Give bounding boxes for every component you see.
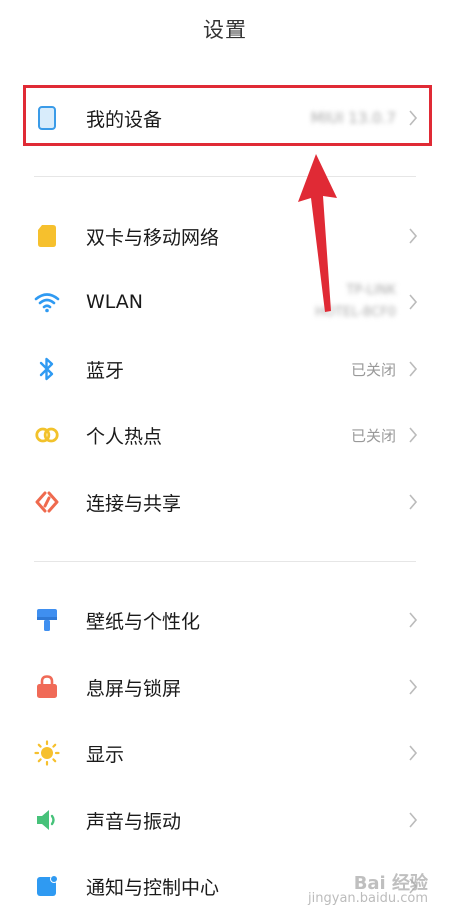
bluetooth-icon (34, 356, 60, 382)
connect-share-icon (34, 489, 60, 515)
settings-item-wlan[interactable]: WLAN TP-LINK HOTEL-8CF0 (0, 272, 450, 332)
settings-item-label: 息屏与锁屏 (86, 677, 182, 700)
hotspot-status-value: 已关闭 (350, 426, 396, 445)
watermark: Bai 经验 jingyan.baidu.com (308, 873, 428, 907)
settings-item-label: 显示 (86, 743, 125, 766)
hotspot-icon (34, 422, 60, 448)
settings-item-label: 蓝牙 (86, 359, 125, 382)
divider (34, 561, 416, 562)
brush-icon (34, 607, 60, 633)
settings-item-connect-share[interactable]: 连接与共享 (0, 472, 450, 532)
settings-item-display[interactable]: 显示 (0, 723, 450, 783)
settings-item-hotspot[interactable]: 个人热点 已关闭 (0, 405, 450, 465)
highlight-box (23, 85, 432, 146)
settings-item-label: 壁纸与个性化 (86, 610, 201, 633)
chevron-right-icon (409, 494, 418, 510)
settings-item-sound[interactable]: 声音与振动 (0, 790, 450, 850)
settings-item-label: 连接与共享 (86, 492, 182, 515)
watermark-brand: Bai 经验 (353, 873, 428, 894)
watermark-url: jingyan.baidu.com (308, 891, 428, 906)
settings-item-label: 双卡与移动网络 (86, 226, 220, 249)
sun-icon (34, 740, 60, 766)
notification-icon (34, 873, 60, 899)
settings-item-label: 个人热点 (86, 425, 163, 448)
sim-card-icon (34, 223, 60, 249)
settings-item-lock-screen[interactable]: 息屏与锁屏 (0, 657, 450, 717)
annotation-arrow-icon (298, 154, 337, 312)
chevron-right-icon (409, 228, 418, 244)
chevron-right-icon (409, 427, 418, 443)
lock-icon (34, 674, 60, 700)
wifi-icon (34, 289, 60, 315)
settings-item-dual-sim[interactable]: 双卡与移动网络 (0, 206, 450, 266)
settings-item-label: WLAN (86, 291, 144, 313)
settings-item-label: 通知与控制中心 (86, 876, 220, 899)
page-title: 设置 (203, 18, 247, 42)
chevron-right-icon (409, 294, 418, 310)
settings-item-bluetooth[interactable]: 蓝牙 已关闭 (0, 339, 450, 399)
chevron-right-icon (409, 612, 418, 628)
divider (34, 176, 416, 177)
chevron-right-icon (409, 361, 418, 377)
settings-item-wallpaper[interactable]: 壁纸与个性化 (0, 590, 450, 650)
bluetooth-status-value: 已关闭 (350, 360, 396, 379)
speaker-icon (34, 807, 60, 833)
chevron-right-icon (409, 812, 418, 828)
chevron-right-icon (409, 679, 418, 695)
chevron-right-icon (409, 745, 418, 761)
settings-item-label: 声音与振动 (86, 810, 182, 833)
